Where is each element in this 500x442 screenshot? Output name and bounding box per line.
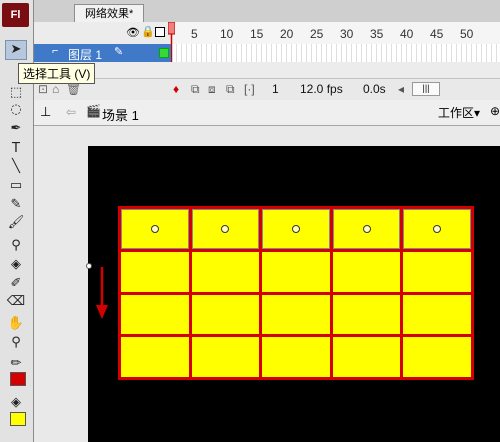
grid-cell[interactable]	[191, 294, 260, 335]
document-tab-bar: 网络效果*	[34, 0, 500, 23]
grid-cell[interactable]	[121, 337, 189, 377]
eyedropper-tool-icon[interactable]: ✐	[6, 275, 26, 293]
layer-color-icon[interactable]	[159, 48, 169, 58]
frame-tick: 50	[460, 27, 474, 41]
transform-point-icon	[291, 224, 300, 233]
scene-label[interactable]: 场景 1	[102, 105, 139, 124]
timeline-toggle-icon[interactable]: ⊥	[40, 104, 51, 120]
edit-bar: ⊥ ⇦ 🎬 场景 1	[34, 100, 500, 126]
onion-skin-icon[interactable]: ⧉	[191, 82, 200, 97]
edit-multiple-frames-icon[interactable]: ⧉	[226, 82, 235, 97]
grid-cell[interactable]	[121, 294, 189, 335]
brush-tool-icon[interactable]: 🖌	[6, 214, 26, 232]
layer-row[interactable]: ⌐ 图层 1 ✎	[34, 44, 171, 62]
grid-shape[interactable]	[118, 206, 474, 380]
stroke-color-pencil-icon[interactable]: ✏	[6, 355, 26, 373]
grid-cell[interactable]	[403, 337, 471, 377]
transform-point-icon	[362, 224, 371, 233]
grid-cell[interactable]	[332, 251, 401, 292]
text-tool-icon[interactable]: T	[6, 140, 26, 158]
onion-outline-icon[interactable]: ⧈	[208, 82, 216, 97]
registration-point	[86, 263, 92, 269]
center-frame-icon[interactable]: ♦	[173, 82, 179, 96]
zoom-tool-icon[interactable]: ⚲	[6, 334, 26, 352]
modify-markers-icon[interactable]: [·]	[244, 82, 255, 96]
free-transform-tool-icon[interactable]: ⬚	[6, 84, 26, 102]
grid-cell[interactable]	[262, 209, 330, 249]
grid-cell[interactable]	[262, 294, 330, 335]
stroke-color-swatch[interactable]	[10, 372, 26, 386]
grid-cell[interactable]	[403, 209, 471, 249]
scene-icon: 🎬	[86, 104, 101, 118]
tool-tooltip: 选择工具 (V)	[18, 63, 96, 84]
grid-cell[interactable]	[332, 294, 401, 335]
rectangle-tool-icon[interactable]: ▭	[6, 177, 26, 195]
pencil-tool-icon[interactable]: ✎	[6, 196, 26, 214]
document-tab[interactable]: 网络效果*	[74, 4, 145, 23]
grid-cell[interactable]	[191, 251, 260, 292]
frame-tick: 45	[430, 27, 444, 41]
pencil-edit-icon: ✎	[114, 46, 124, 58]
scroll-left-icon[interactable]: ◂	[398, 82, 404, 96]
new-layer-icon[interactable]: ⊡	[38, 82, 48, 96]
timeline-status-bar: ⊡ ⌂ 🗑 ♦ ⧉ ⧈ ⧉ [·] 1 12.0 fps 0.0s ◂ |||	[34, 78, 500, 100]
transform-point-icon	[150, 224, 159, 233]
grid-cell[interactable]	[332, 337, 401, 377]
selection-tool-icon[interactable]: ➤	[5, 40, 27, 60]
eraser-tool-icon[interactable]: ⌫	[6, 293, 26, 311]
back-arrow-icon[interactable]: ⇦	[66, 105, 76, 119]
layer-icon: ⌐	[52, 45, 59, 57]
edit-symbols-icon[interactable]: ⊕	[490, 104, 500, 118]
grid-cell[interactable]	[262, 251, 330, 292]
frame-tick: 20	[280, 27, 294, 41]
grid-cell[interactable]	[121, 251, 189, 292]
frame-tick: 10	[220, 27, 234, 41]
frame-row[interactable]	[172, 44, 500, 62]
delete-layer-icon[interactable]: 🗑	[66, 82, 81, 96]
transform-point-icon	[221, 224, 230, 233]
paint-bucket-tool-icon[interactable]: ◈	[6, 256, 26, 274]
frame-tick: 35	[370, 27, 384, 41]
grid-cell[interactable]	[403, 251, 471, 292]
frame-rate: 12.0 fps	[300, 82, 343, 96]
grid-cell[interactable]	[191, 337, 260, 377]
fill-color-bucket-icon[interactable]: ◈	[6, 394, 26, 412]
flash-logo: Fl	[2, 3, 29, 27]
grid-cell[interactable]	[403, 294, 471, 335]
fill-color-swatch[interactable]	[10, 412, 26, 426]
workspace-label: 工作区	[438, 106, 475, 120]
frame-tick: 25	[310, 27, 324, 41]
grid-cell[interactable]	[262, 337, 330, 377]
elapsed-time: 0.0s	[363, 82, 386, 96]
line-tool-icon[interactable]: ╲	[6, 158, 26, 176]
lock-icon[interactable]: 🔒	[141, 25, 155, 38]
outline-icon[interactable]	[155, 27, 165, 37]
transform-point-icon	[433, 224, 442, 233]
workspace-dropdown[interactable]: 工作区▾	[438, 104, 480, 121]
current-frame: 1	[272, 82, 279, 96]
frame-ruler[interactable]: 5 10 15 20 25 30 35 40 45 50	[172, 22, 500, 45]
frame-tick: 30	[340, 27, 354, 41]
new-folder-icon[interactable]: ⌂	[52, 82, 59, 96]
grid-cell[interactable]	[191, 209, 260, 249]
pen-tool-icon[interactable]: ✒	[6, 120, 26, 138]
grid-cell[interactable]	[332, 209, 401, 249]
grid-cell[interactable]	[121, 209, 189, 249]
frame-tick: 15	[250, 27, 264, 41]
frame-tick: 5	[191, 27, 198, 41]
hand-tool-icon[interactable]: ✋	[6, 315, 26, 333]
frame-tick: 40	[400, 27, 414, 41]
bone-tool-icon[interactable]: ⚲	[6, 237, 26, 255]
chevron-down-icon: ▾	[474, 106, 481, 120]
red-down-arrow	[96, 267, 108, 319]
layer-name[interactable]: 图层 1	[68, 46, 102, 63]
lasso-tool-icon[interactable]: ◌	[6, 101, 26, 119]
eye-icon[interactable]: 👁	[126, 26, 140, 39]
timeline-scrollbar-thumb[interactable]: |||	[412, 82, 440, 96]
